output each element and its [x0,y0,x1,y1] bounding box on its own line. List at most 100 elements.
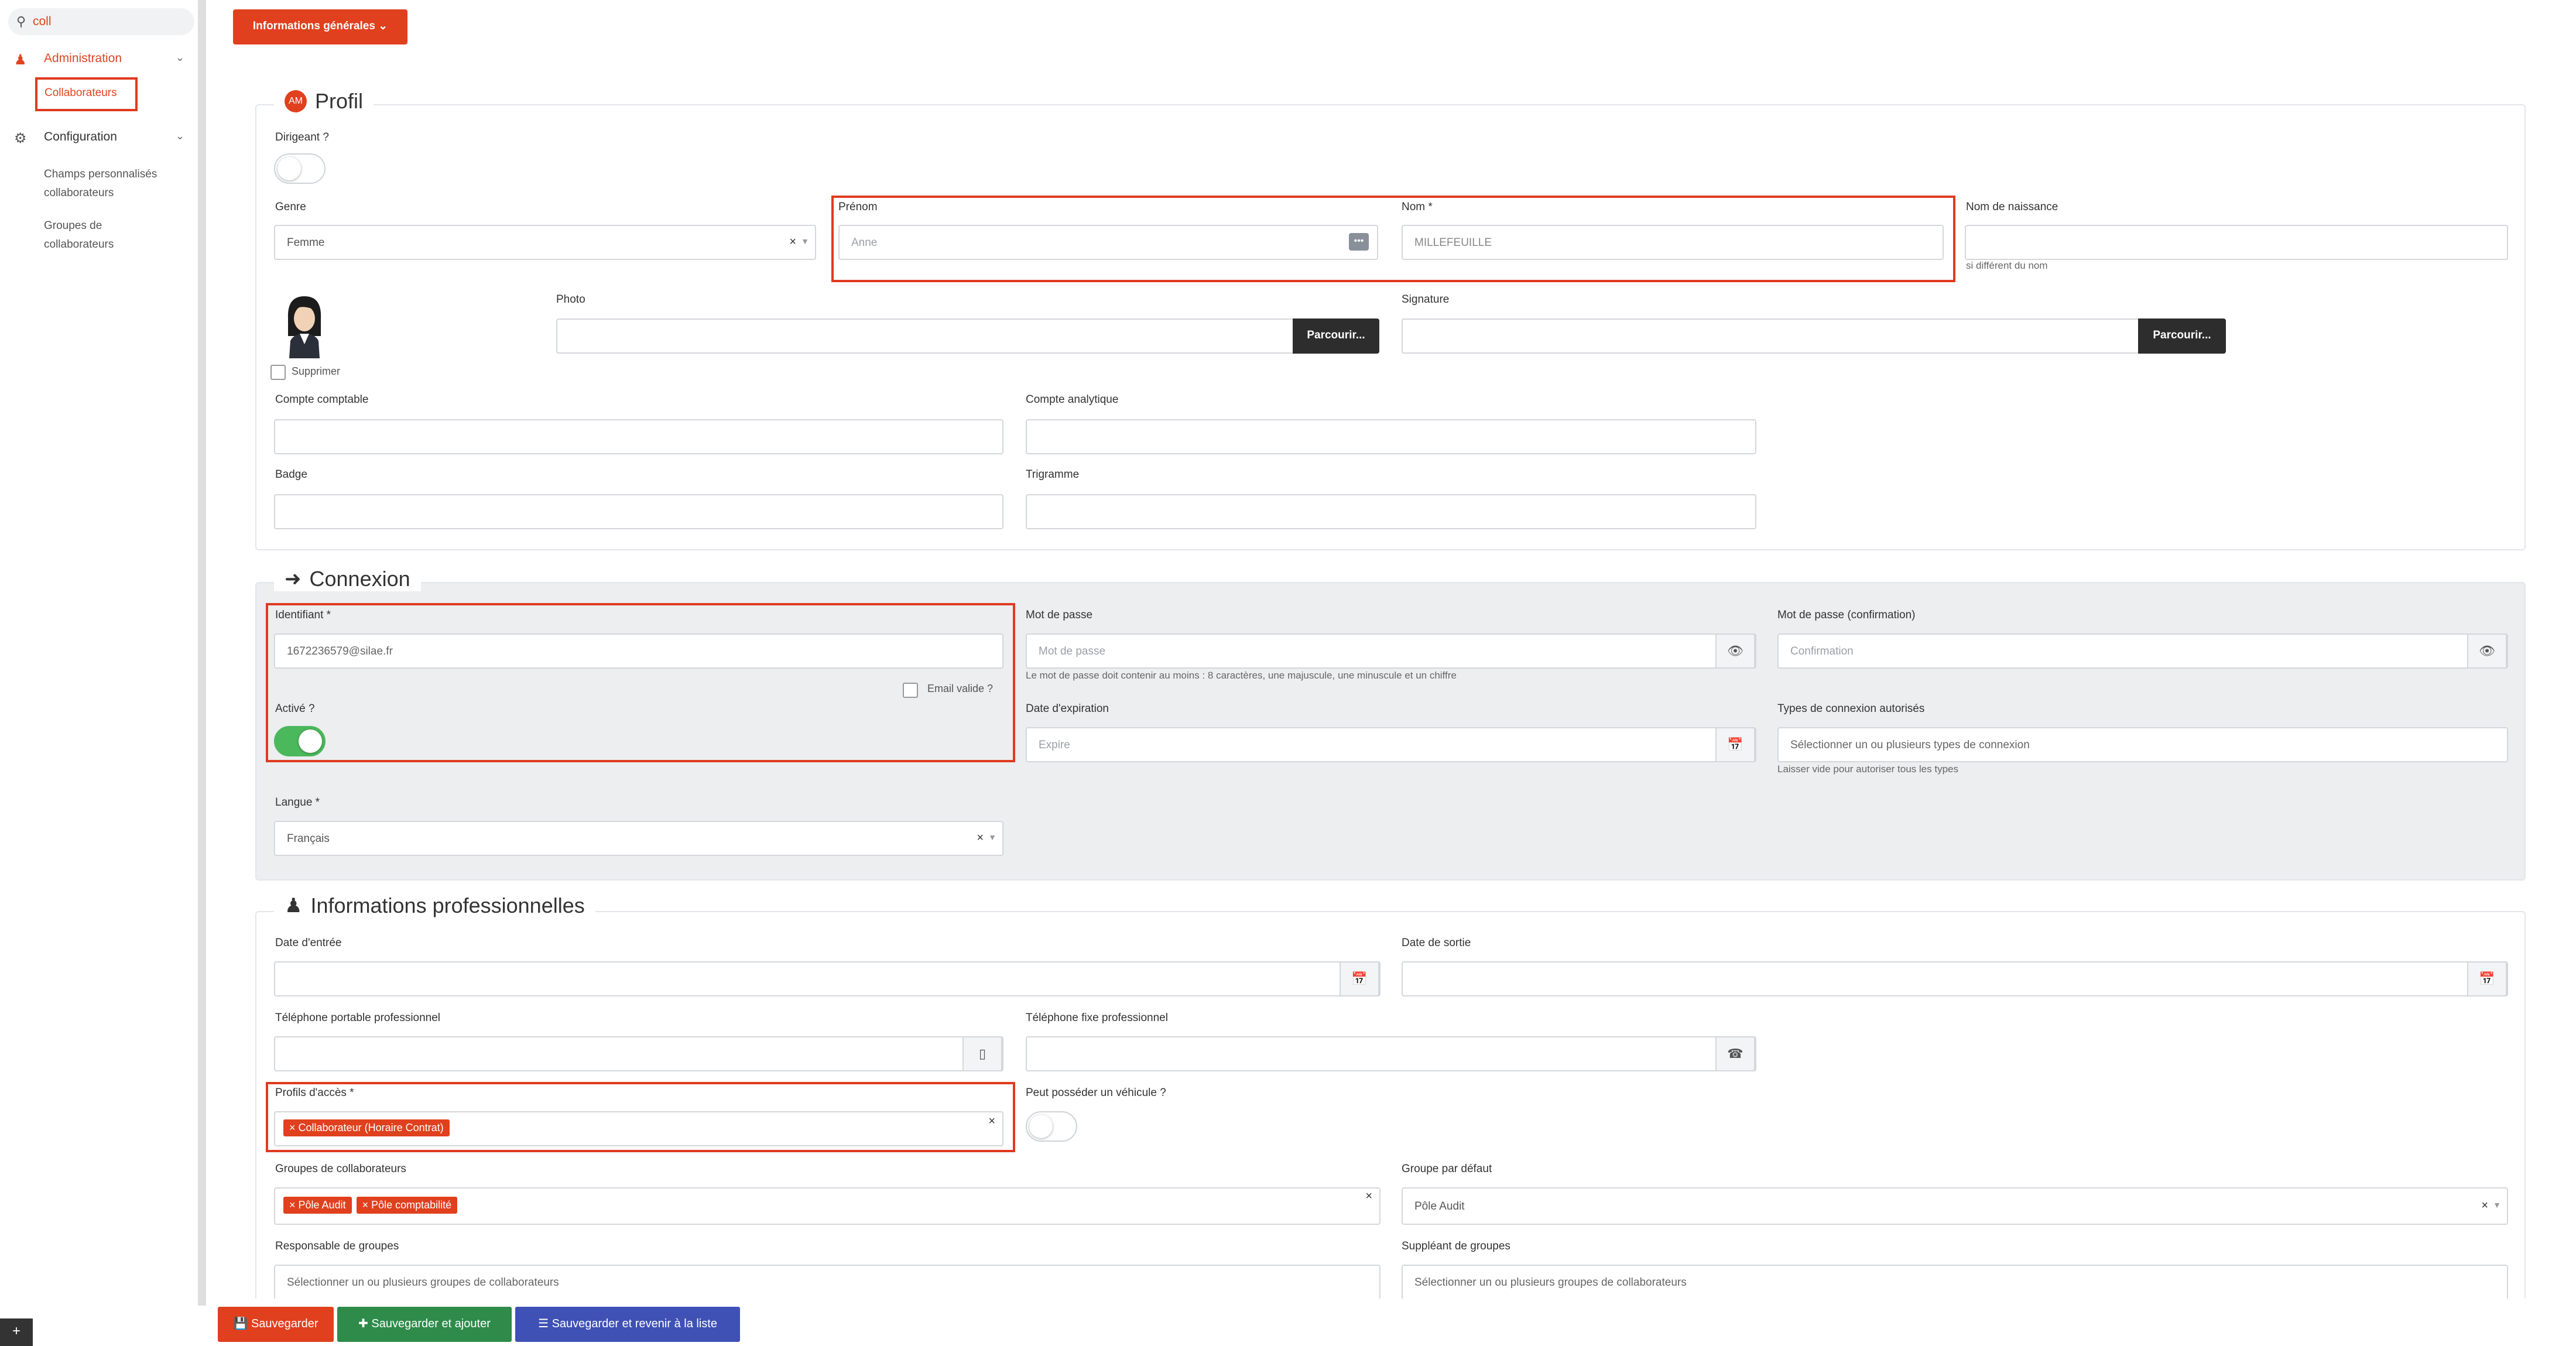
save-label: Sauvegarder [251,1317,318,1330]
compte-analytique-label: Compte analytique [1026,393,1119,406]
tel-fixe-label: Téléphone fixe professionnel [1026,1012,1168,1024]
groupes-select[interactable]: × Pôle Audit × Pôle comptabilité × [274,1187,1381,1225]
compte-comptable-label: Compte comptable [275,393,369,406]
mdp-conf-input[interactable]: Confirmation 👁 [1777,633,2508,669]
identifiant-value: 1672236579@silae.fr [287,645,393,657]
tel-fixe-input[interactable]: ☎ [1026,1036,1756,1071]
dirigeant-toggle[interactable] [274,153,326,184]
supprimer-checkbox[interactable] [270,365,286,380]
groupe-defaut-label: Groupe par défaut [1402,1163,1492,1175]
informations-generales-dropdown[interactable]: Informations générales ⌄ [233,9,407,44]
search-input[interactable]: coll [33,15,52,29]
clear-icon[interactable]: × [1365,1190,1372,1203]
email-valide-checkbox[interactable] [903,683,918,698]
plus-icon: ✚ [358,1317,368,1330]
responsable-placeholder: Sélectionner un ou plusieurs groupes de … [287,1276,559,1289]
vehicule-toggle[interactable] [1026,1111,1077,1142]
sign-in-icon: ➜ [285,568,302,590]
sidebar-item-collaborateurs[interactable]: Collaborateurs [35,77,138,111]
tel-portable-label: Téléphone portable professionnel [275,1012,441,1024]
section-title: Profil [315,89,364,113]
responsable-label: Responsable de groupes [275,1240,399,1252]
sidebar-item-champs-personnalises[interactable]: Champs personnalisés collaborateurs [44,165,190,203]
clear-icon[interactable]: × [988,1115,995,1128]
sidebar-toggle-button[interactable]: + [0,1318,33,1346]
groupe-defaut-select[interactable]: Pôle Audit × ▼ [1402,1187,2508,1225]
vehicule-label: Peut posséder un véhicule ? [1026,1087,1166,1099]
identifiant-input[interactable]: 1672236579@silae.fr [274,633,1003,669]
clear-icon[interactable]: × [977,831,984,845]
groupes-label: Groupes de collaborateurs [275,1163,406,1175]
sidebar-search[interactable]: ⚲ coll [8,8,194,35]
clear-icon[interactable]: × [2481,1199,2488,1213]
signature-file-input[interactable] [1402,318,2139,354]
date-sortie-label: Date de sortie [1402,937,1471,949]
calendar-icon[interactable]: 📅 [1340,961,1379,996]
mdp-help: Le mot de passe doit contenir au moins :… [1026,670,1457,681]
sidebar-scrollbar[interactable] [198,0,206,1306]
prenom-label: Prénom [838,201,878,213]
photo-browse-button[interactable]: Parcourir... [1293,318,1379,354]
eye-icon[interactable]: 👁 [1715,633,1755,669]
profils-label: Profils d'accès * [275,1087,354,1099]
trigramme-input[interactable] [1026,494,1756,529]
expiration-input[interactable]: Expire 📅 [1026,727,1756,762]
tel-portable-input[interactable]: ▯ [274,1036,1003,1071]
section-title: Informations professionnelles [310,893,585,917]
calendar-icon[interactable]: 📅 [2467,961,2507,996]
eye-icon[interactable]: 👁 [2467,633,2507,669]
chevron-down-icon: ▼ [801,237,809,246]
suppleant-label: Suppléant de groupes [1402,1240,1510,1252]
sidebar-item-groupes[interactable]: Groupes de collaborateurs [44,217,149,254]
profil-tag[interactable]: × Collaborateur (Horaire Contrat) [283,1119,450,1136]
nom-naissance-input[interactable] [1965,225,2508,260]
chevron-down-icon: ⌄ [175,52,184,63]
nom-naissance-help: si différent du nom [1966,260,2048,271]
clear-icon[interactable]: × [789,235,796,249]
photo-file-input[interactable] [556,318,1294,354]
save-back-label: Sauvegarder et revenir à la liste [551,1317,717,1330]
active-label: Activé ? [275,703,315,715]
signature-browse-button[interactable]: Parcourir... [2138,318,2226,354]
date-entree-input[interactable]: 📅 [274,961,1381,996]
groupe-tag[interactable]: × Pôle comptabilité [356,1197,458,1214]
briefcase-user-icon: ♟ [285,895,303,917]
save-and-add-button[interactable]: ✚ Sauvegarder et ajouter [337,1307,512,1342]
expiration-label: Date d'expiration [1026,703,1109,715]
nom-input[interactable]: MILLEFEUILLE [1402,225,1944,260]
list-icon: ☰ [538,1317,549,1330]
profils-select[interactable]: × Collaborateur (Horaire Contrat) × [274,1111,1003,1146]
types-select[interactable]: Sélectionner un ou plusieurs types de co… [1777,727,2508,762]
save-and-back-button[interactable]: ☰ Sauvegarder et revenir à la liste [515,1307,740,1342]
identifiant-label: Identifiant * [275,609,331,621]
keyboard-icon[interactable]: ••• [1349,233,1369,251]
badge-input[interactable] [274,494,1003,529]
compte-comptable-input[interactable] [274,419,1003,454]
active-toggle[interactable] [274,726,326,756]
signature-label: Signature [1402,293,1450,306]
mdp-conf-label: Mot de passe (confirmation) [1777,609,1916,621]
supprimer-label: Supprimer [292,365,341,377]
prenom-input[interactable]: Anne ••• [838,225,1378,260]
groupes-tags: × Pôle Audit × Pôle comptabilité [283,1197,462,1214]
nom-naissance-label: Nom de naissance [1966,201,2058,213]
mobile-icon: ▯ [962,1036,1002,1071]
mdp-placeholder: Mot de passe [1039,645,1106,657]
user-admin-icon: ♟ [14,52,27,68]
types-label: Types de connexion autorisés [1777,703,1925,715]
langue-select[interactable]: Français × ▼ [274,821,1003,856]
genre-select[interactable]: Femme × ▼ [274,225,816,260]
expiration-placeholder: Expire [1039,739,1070,751]
date-sortie-input[interactable]: 📅 [1402,961,2508,996]
mdp-input[interactable]: Mot de passe 👁 [1026,633,1756,669]
sidebar-item-configuration[interactable]: ⚙ Configuration ⌄ [0,123,196,151]
langue-label: Langue * [275,796,320,809]
sidebar-item-administration[interactable]: ♟ Administration ⌄ [0,44,196,73]
calendar-icon[interactable]: 📅 [1715,727,1755,762]
types-help: Laisser vide pour autoriser tous les typ… [1777,763,1958,775]
compte-analytique-input[interactable] [1026,419,1756,454]
suppleant-select[interactable]: Sélectionner un ou plusieurs groupes de … [1402,1265,2508,1300]
save-button[interactable]: 💾 Sauvegarder [218,1307,334,1342]
responsable-select[interactable]: Sélectionner un ou plusieurs groupes de … [274,1265,1381,1300]
groupe-tag[interactable]: × Pôle Audit [283,1197,352,1214]
